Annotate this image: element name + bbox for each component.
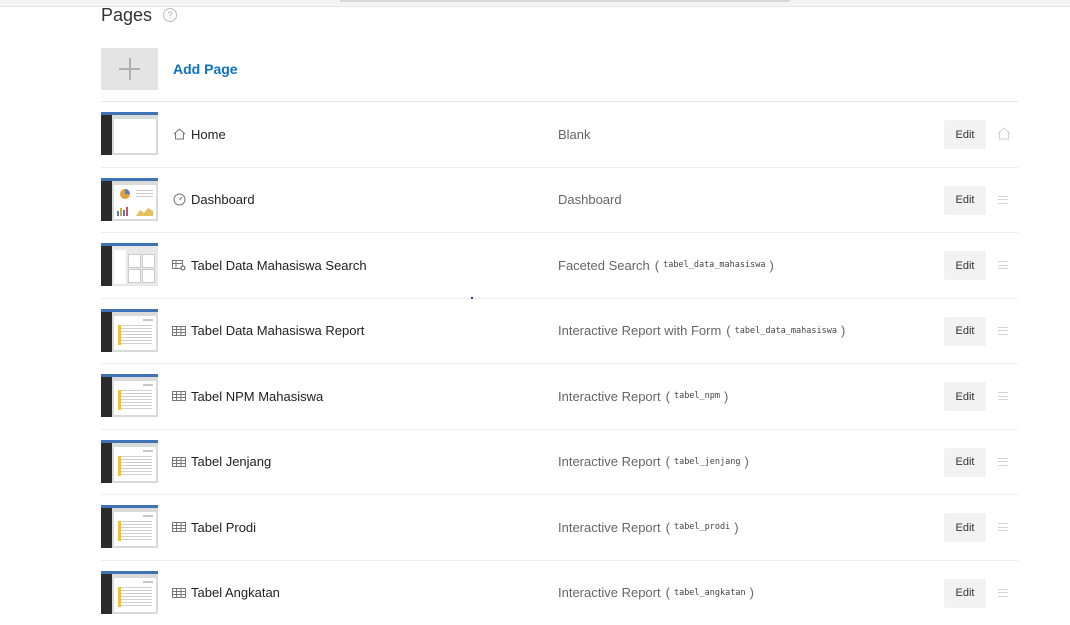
page-name: Tabel Angkatan bbox=[172, 561, 280, 625]
page-source-table: tabel_data_mahasiswa bbox=[735, 326, 837, 336]
page-name: Tabel Data Mahasiswa Report bbox=[172, 299, 364, 363]
edit-button[interactable]: Edit bbox=[944, 448, 986, 477]
page-source-table: tabel_angkatan bbox=[674, 588, 746, 598]
question-circle-icon[interactable]: ? bbox=[163, 8, 177, 22]
page-name-label[interactable]: Tabel Data Mahasiswa Search bbox=[191, 258, 367, 273]
drag-handle-icon[interactable] bbox=[998, 327, 1008, 335]
home-icon bbox=[997, 127, 1011, 141]
page-thumbnail-report[interactable] bbox=[101, 440, 158, 483]
page-source-table: tabel_prodi bbox=[674, 522, 730, 532]
page-row-prodi: Tabel Prodi Interactive Report (tabel_pr… bbox=[101, 495, 1018, 561]
edit-button[interactable]: Edit bbox=[944, 120, 986, 149]
faceted-search-icon bbox=[172, 258, 186, 272]
drag-handle-icon[interactable] bbox=[998, 196, 1008, 204]
plus-icon[interactable] bbox=[101, 48, 158, 90]
page-type: Blank bbox=[558, 102, 591, 166]
page-name-label[interactable]: Tabel NPM Mahasiswa bbox=[191, 389, 323, 404]
add-page-row[interactable]: Add Page bbox=[101, 48, 238, 90]
page-thumbnail-dashboard[interactable] bbox=[101, 178, 158, 221]
page-row-angkatan: Tabel Angkatan Interactive Report (tabel… bbox=[101, 561, 1018, 625]
page-row-faceted-search: Tabel Data Mahasiswa Search Faceted Sear… bbox=[101, 233, 1018, 299]
page-row-npm: Tabel NPM Mahasiswa Interactive Report (… bbox=[101, 364, 1018, 430]
page-row-home: Home Blank Edit bbox=[101, 102, 1018, 168]
page-source-table: tabel_data_mahasiswa bbox=[663, 260, 765, 270]
page-thumbnail-report[interactable] bbox=[101, 505, 158, 548]
page-thumbnail-blank[interactable] bbox=[101, 112, 158, 155]
stray-pixel bbox=[471, 297, 473, 299]
page-type-label: Interactive Report bbox=[558, 454, 661, 469]
page-row-jenjang: Tabel Jenjang Interactive Report (tabel_… bbox=[101, 430, 1018, 496]
page-name-label[interactable]: Home bbox=[191, 127, 226, 142]
page-thumbnail-report[interactable] bbox=[101, 309, 158, 352]
page-header: Pages ? bbox=[101, 4, 177, 26]
edit-button[interactable]: Edit bbox=[944, 382, 986, 411]
page-type-label: Interactive Report bbox=[558, 585, 661, 600]
page-type-label: Faceted Search bbox=[558, 258, 650, 273]
page-type: Interactive Report (tabel_angkatan) bbox=[558, 561, 754, 625]
edit-button[interactable]: Edit bbox=[944, 579, 986, 608]
page-type: Dashboard bbox=[558, 168, 622, 232]
page-source-table: tabel_npm bbox=[674, 391, 720, 401]
edit-button[interactable]: Edit bbox=[944, 317, 986, 346]
page-source-table: tabel_jenjang bbox=[674, 457, 741, 467]
page-thumbnail-report[interactable] bbox=[101, 571, 158, 614]
edit-button[interactable]: Edit bbox=[944, 513, 986, 542]
page-name: Tabel NPM Mahasiswa bbox=[172, 364, 323, 428]
page-name: Tabel Data Mahasiswa Search bbox=[172, 233, 367, 297]
page-type: Interactive Report (tabel_jenjang) bbox=[558, 430, 749, 494]
page-type-label: Interactive Report bbox=[558, 520, 661, 535]
gauge-icon bbox=[172, 193, 186, 207]
page-type-label: Blank bbox=[558, 127, 591, 142]
page-name-label[interactable]: Tabel Angkatan bbox=[191, 585, 280, 600]
drag-handle-icon[interactable] bbox=[998, 523, 1008, 531]
add-page-link[interactable]: Add Page bbox=[173, 61, 238, 77]
table-icon bbox=[172, 455, 186, 469]
page-type: Interactive Report with Form (tabel_data… bbox=[558, 299, 845, 363]
drag-handle-icon[interactable] bbox=[998, 392, 1008, 400]
page-name-label[interactable]: Tabel Jenjang bbox=[191, 454, 271, 469]
page-name-label[interactable]: Tabel Prodi bbox=[191, 520, 256, 535]
page-name: Tabel Prodi bbox=[172, 495, 256, 559]
page-name: Home bbox=[172, 102, 226, 166]
page-thumbnail-report[interactable] bbox=[101, 374, 158, 417]
page-thumbnail-faceted-search[interactable] bbox=[101, 243, 158, 286]
drag-handle-icon[interactable] bbox=[998, 589, 1008, 597]
table-icon bbox=[172, 586, 186, 600]
edit-button[interactable]: Edit bbox=[944, 186, 986, 215]
page-row-dashboard: Dashboard Dashboard Edit bbox=[101, 168, 1018, 234]
page-row-report-form: Tabel Data Mahasiswa Report Interactive … bbox=[101, 299, 1018, 365]
table-icon bbox=[172, 324, 186, 338]
drag-handle-icon[interactable] bbox=[998, 458, 1008, 466]
page-name-label[interactable]: Dashboard bbox=[191, 192, 255, 207]
page-title: Pages bbox=[101, 5, 152, 26]
page-type: Faceted Search (tabel_data_mahasiswa) bbox=[558, 233, 774, 297]
page-type: Interactive Report (tabel_prodi) bbox=[558, 495, 739, 559]
edit-button[interactable]: Edit bbox=[944, 251, 986, 280]
page-name: Tabel Jenjang bbox=[172, 430, 271, 494]
page-name: Dashboard bbox=[172, 168, 255, 232]
drag-handle-icon[interactable] bbox=[998, 261, 1008, 269]
home-icon bbox=[172, 127, 186, 141]
page-type-label: Interactive Report bbox=[558, 389, 661, 404]
page-type: Interactive Report (tabel_npm) bbox=[558, 364, 728, 428]
page-name-label[interactable]: Tabel Data Mahasiswa Report bbox=[191, 323, 364, 338]
table-icon bbox=[172, 520, 186, 534]
pages-list: Home Blank Edit Dashboard Dashb bbox=[101, 102, 1018, 625]
page-type-label: Dashboard bbox=[558, 192, 622, 207]
table-icon bbox=[172, 389, 186, 403]
page-type-label: Interactive Report with Form bbox=[558, 323, 721, 338]
